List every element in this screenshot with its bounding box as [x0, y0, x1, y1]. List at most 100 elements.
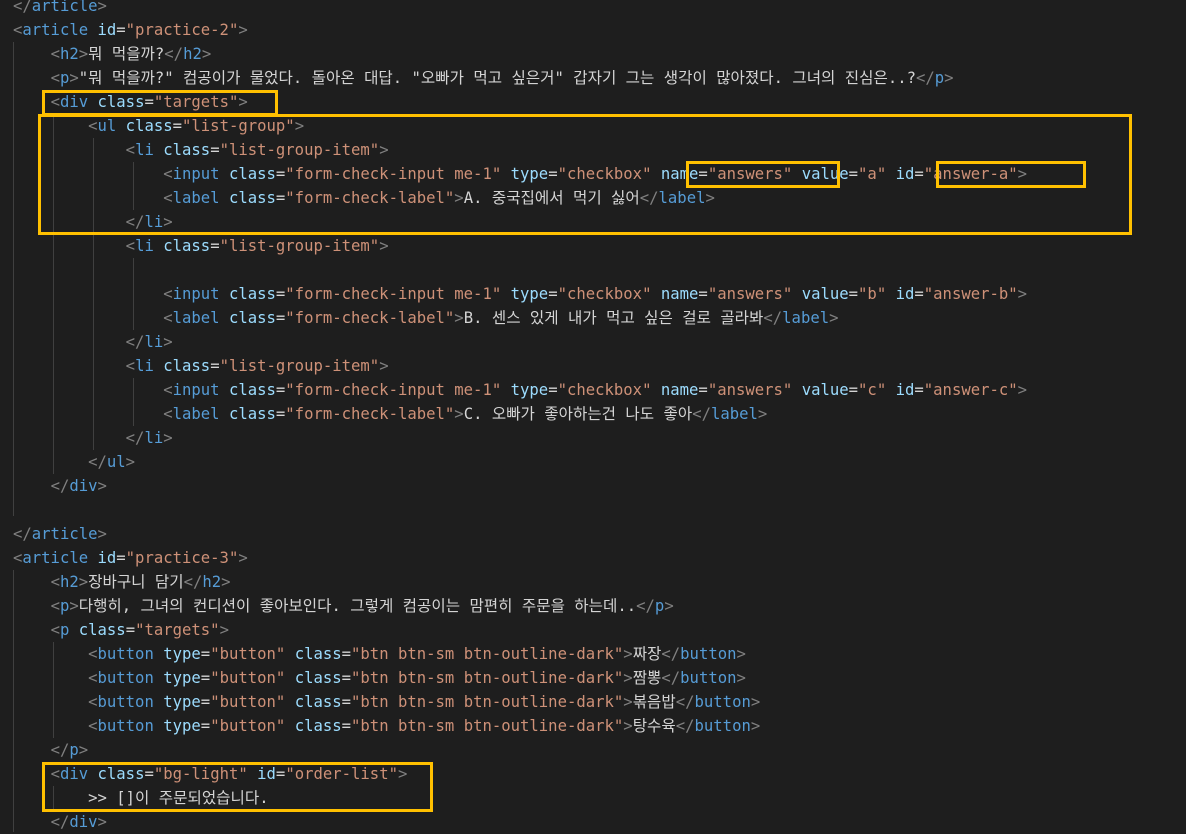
equals-sign: = [116, 21, 126, 39]
equals-sign: = [698, 381, 708, 399]
attribute-name: class [228, 405, 276, 423]
tag-bracket: < [50, 621, 60, 639]
code-line[interactable] [0, 258, 1186, 282]
tag-bracket: > [623, 717, 633, 735]
text-content [285, 693, 294, 711]
code-line[interactable]: <label class="form-check-label">A. 중국집에서… [0, 186, 1186, 210]
code-line[interactable]: <input class="form-check-input me-1" typ… [0, 162, 1186, 186]
tag-bracket: </ [675, 693, 695, 711]
text-content: "뭐 먹을까?" 컴공이가 물었다. 돌아온 대답. "오빠가 먹고 싶은거" … [78, 69, 916, 87]
indent-guide [13, 570, 14, 832]
code-line[interactable]: </li> [0, 210, 1186, 234]
equals-sign: = [275, 405, 286, 423]
equals-sign: = [548, 165, 558, 183]
code-line[interactable]: <button type="button" class="btn btn-sm … [0, 690, 1186, 714]
text-content: 뭐 먹을까? [88, 45, 165, 63]
tag-bracket: > [379, 357, 389, 375]
text-content [285, 645, 294, 663]
tag-bracket: < [163, 309, 173, 327]
tag-bracket: </ [636, 597, 655, 615]
text-content: 볶음밥 [632, 693, 676, 711]
text-content [13, 189, 163, 207]
code-line[interactable]: <li class="list-group-item"> [0, 138, 1186, 162]
code-line[interactable]: </li> [0, 330, 1186, 354]
code-line[interactable]: <li class="list-group-item"> [0, 354, 1186, 378]
indent-guide [133, 378, 134, 426]
text-content: 짬뽕 [632, 669, 662, 687]
code-line[interactable]: <p>다행히, 그녀의 컨디션이 좋아보인다. 그렇게 컴공이는 맘편히 주문을… [0, 594, 1186, 618]
code-line[interactable]: <li class="list-group-item"> [0, 234, 1186, 258]
code-line[interactable]: </p> [0, 738, 1186, 762]
attribute-value: "b" [858, 285, 887, 303]
code-line[interactable]: <div class="bg-light" id="order-list"> [0, 762, 1186, 786]
text-content [886, 165, 895, 183]
equals-sign: = [275, 285, 286, 303]
tag-bracket: </ [125, 429, 145, 447]
tag-name: button [97, 693, 154, 711]
code-line[interactable]: </article> [0, 0, 1186, 18]
tag-bracket: > [829, 309, 839, 327]
text-content [651, 285, 660, 303]
attribute-name: class [228, 189, 276, 207]
attribute-name: type [163, 645, 201, 663]
text-content [248, 765, 257, 783]
tag-name: li [135, 237, 154, 255]
tag-bracket: > [78, 741, 89, 759]
text-content [13, 213, 126, 231]
attribute-name: type [510, 165, 549, 183]
code-line[interactable]: >> []이 주문되었습니다. [0, 786, 1186, 810]
text-content [501, 381, 510, 399]
attribute-name: type [510, 285, 549, 303]
tag-bracket: < [163, 405, 173, 423]
code-line[interactable]: </article> [0, 522, 1186, 546]
text-content [13, 645, 88, 663]
code-line[interactable]: <p>"뭐 먹을까?" 컴공이가 물었다. 돌아온 대답. "오빠가 먹고 싶은… [0, 66, 1186, 90]
attribute-name: type [163, 717, 201, 735]
attribute-value: "targets" [153, 93, 239, 111]
tag-bracket: > [1017, 285, 1028, 303]
text-content: C. 오빠가 좋아하는건 나도 좋아 [463, 405, 693, 423]
text-content [792, 165, 801, 183]
code-line[interactable]: <ul class="list-group"> [0, 114, 1186, 138]
text-content [792, 381, 801, 399]
code-editor[interactable]: </article> <article id="practice-2"> <h2>… [0, 0, 1186, 832]
code-line[interactable]: <article id="practice-3"> [0, 546, 1186, 570]
tag-bracket: > [238, 93, 248, 111]
code-line[interactable]: <button type="button" class="btn btn-sm … [0, 714, 1186, 738]
code-line[interactable]: <input class="form-check-input me-1" typ… [0, 282, 1186, 306]
text-content [116, 117, 125, 135]
code-line[interactable]: <label class="form-check-label">B. 센스 있게… [0, 306, 1186, 330]
text-content [13, 477, 51, 495]
tag-bracket: > [379, 141, 389, 159]
code-line[interactable] [0, 498, 1186, 522]
code-line[interactable]: </div> [0, 810, 1186, 834]
code-line[interactable]: <h2>뭐 먹을까?</h2> [0, 42, 1186, 66]
code-line[interactable]: <button type="button" class="btn btn-sm … [0, 666, 1186, 690]
code-line[interactable]: <input class="form-check-input me-1" typ… [0, 378, 1186, 402]
code-line[interactable]: <p class="targets"> [0, 618, 1186, 642]
tag-name: button [97, 645, 154, 663]
code-line[interactable]: <article id="practice-2"> [0, 18, 1186, 42]
equals-sign: = [848, 285, 859, 303]
code-line[interactable]: <label class="form-check-label">C. 오빠가 좋… [0, 402, 1186, 426]
tag-name: div [69, 477, 98, 495]
tag-bracket: > [163, 429, 173, 447]
tag-bracket: < [125, 357, 136, 375]
code-line[interactable]: <h2>장바구니 담기</h2> [0, 570, 1186, 594]
code-line[interactable]: </ul> [0, 450, 1186, 474]
tag-name: li [135, 357, 154, 375]
tag-bracket: < [88, 717, 98, 735]
code-line[interactable]: </li> [0, 426, 1186, 450]
code-line[interactable]: <div class="targets"> [0, 90, 1186, 114]
text-content [88, 549, 97, 567]
tag-bracket: </ [763, 309, 783, 327]
text-content [154, 717, 163, 735]
code-line[interactable]: </div> [0, 474, 1186, 498]
code-line[interactable]: <button type="button" class="btn btn-sm … [0, 642, 1186, 666]
text-content [13, 141, 126, 159]
attribute-value: "checkbox" [557, 285, 652, 303]
equals-sign: = [200, 645, 211, 663]
text-content [220, 381, 229, 399]
text-content [220, 405, 229, 423]
tag-bracket: > [750, 717, 761, 735]
